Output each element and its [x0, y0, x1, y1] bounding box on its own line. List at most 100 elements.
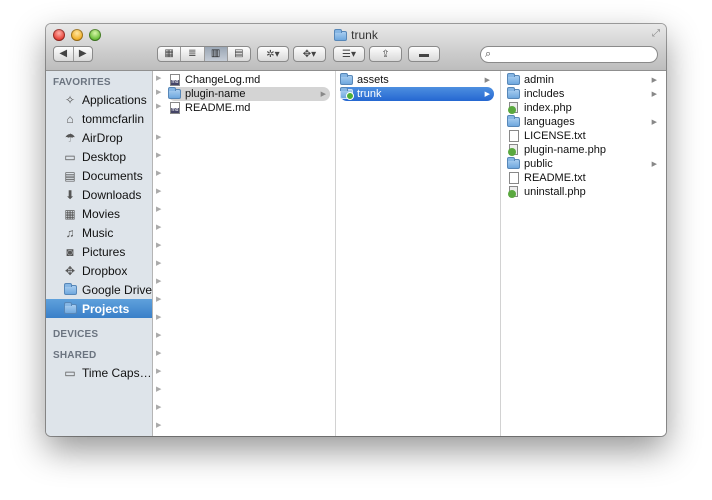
sidebar: FAVORITES ✧ Applications ⌂ tommcfarlin ☂…	[46, 71, 153, 436]
sidebar-item-desktop[interactable]: ▭ Desktop	[46, 147, 152, 166]
folder-icon	[340, 73, 353, 87]
disclosure-arrow-icon: ▶	[651, 91, 657, 98]
desktop-icon: ▭	[64, 149, 76, 164]
sidebar-item-label: Applications	[82, 92, 147, 107]
favorites-header: FAVORITES	[53, 77, 111, 88]
file-name: plugin-name	[185, 88, 246, 100]
sidebar-item-label: Pictures	[82, 244, 126, 259]
php-file-icon	[507, 102, 520, 115]
sidebar-item-music[interactable]: ♫ Music	[46, 223, 152, 242]
file-name: includes	[524, 88, 565, 100]
list-item-assets[interactable]: assets ▶	[340, 73, 494, 87]
fullscreen-icon[interactable]: ⤢	[652, 28, 660, 39]
disclosure-arrow-icon: ▶	[484, 91, 490, 98]
sidebar-item-label: Downloads	[82, 187, 142, 202]
dropbox-menu-button[interactable]: ✥▾	[293, 46, 326, 62]
list-item-readme-txt[interactable]: README.txt	[507, 171, 661, 185]
view-mode-control: ▦ ≣ ▥ ▤	[157, 46, 251, 62]
folder-icon	[507, 157, 520, 171]
documents-icon: ▤	[64, 168, 76, 183]
column-3[interactable]: admin ▶ includes ▶ index.php languages ▶…	[501, 71, 666, 436]
list-item-changelog[interactable]: ChangeLog.md	[168, 73, 330, 87]
sidebar-item-documents[interactable]: ▤ Documents	[46, 166, 152, 185]
folder-icon	[340, 87, 354, 101]
column-2[interactable]: assets ▶ trunk ▶	[336, 71, 501, 436]
forward-button[interactable]: ▶	[72, 47, 93, 61]
list-item-license[interactable]: LICENSE.txt	[507, 129, 661, 143]
php-file-icon	[507, 186, 520, 199]
dropbox-icon: ✥	[64, 263, 76, 278]
share-icon: ⇪	[381, 48, 390, 60]
list-item-readme-md[interactable]: README.md	[168, 101, 330, 115]
music-icon: ♫	[65, 225, 75, 240]
list-item-trunk[interactable]: trunk ▶	[340, 87, 494, 101]
file-name: uninstall.php	[524, 186, 586, 198]
sidebar-item-dropbox[interactable]: ✥ Dropbox	[46, 261, 152, 280]
file-name: trunk	[357, 88, 382, 100]
airdrop-icon: ☂	[64, 130, 76, 145]
sidebar-item-projects[interactable]: Projects	[46, 299, 152, 318]
file-name: index.php	[524, 102, 572, 114]
list-item-languages[interactable]: languages ▶	[507, 115, 661, 129]
shared-header: SHARED	[53, 350, 97, 361]
arrange-icon: ☰▾	[342, 48, 356, 60]
sidebar-item-label: Desktop	[82, 149, 127, 164]
sidebar-item-label: Music	[82, 225, 114, 240]
back-forward-control: ◀ ▶	[53, 46, 93, 62]
list-item-plugin-name-php[interactable]: plugin-name.php	[507, 143, 661, 157]
home-icon: ⌂	[66, 111, 74, 126]
devices-header: DEVICES	[53, 329, 99, 340]
list-item-index-php[interactable]: index.php	[507, 101, 661, 115]
list-item-admin[interactable]: admin ▶	[507, 73, 661, 87]
gear-icon: ✲▾	[266, 48, 280, 60]
share-button[interactable]: ⇪	[369, 46, 402, 62]
search-field[interactable]: ⌕	[480, 46, 658, 63]
file-name: README.txt	[524, 172, 586, 184]
back-button[interactable]: ◀	[54, 47, 73, 61]
dropbox-icon: ✥▾	[302, 48, 317, 60]
folder-icon	[62, 301, 78, 317]
markdown-file-icon	[168, 102, 181, 115]
disclosure-arrow-icon: ▶	[651, 119, 657, 126]
finder-window: trunk ⤢ ◀ ▶ ▦ ≣ ▥ ▤ ✲▾ ✥▾ ☰▾ ⇪ ▬ ⌕ FAVOR…	[46, 24, 666, 436]
downloads-icon: ⬇	[64, 187, 76, 202]
tags-button[interactable]: ▬	[408, 46, 440, 62]
file-name: admin	[524, 74, 554, 86]
folder-icon	[168, 87, 181, 101]
icon-view-icon[interactable]: ▦	[158, 47, 180, 61]
sidebar-item-label: tommcfarlin	[82, 111, 145, 126]
sidebar-item-label: Google Drive	[82, 282, 152, 297]
sidebar-item-downloads[interactable]: ⬇ Downloads	[46, 185, 152, 204]
pictures-icon: ◙	[66, 244, 74, 259]
file-name: languages	[524, 116, 575, 128]
file-name: ChangeLog.md	[185, 74, 261, 86]
column-view-icon[interactable]: ▥	[203, 47, 227, 61]
sidebar-item-label: Projects	[82, 301, 130, 316]
list-item-plugin-name[interactable]: plugin-name ▶	[168, 87, 330, 101]
folder-icon	[62, 282, 78, 298]
list-item-public[interactable]: public ▶	[507, 157, 661, 171]
action-gear-button[interactable]: ✲▾	[257, 46, 289, 62]
list-item-includes[interactable]: includes ▶	[507, 87, 661, 101]
sidebar-item-pictures[interactable]: ◙ Pictures	[46, 242, 152, 261]
text-file-icon	[507, 172, 520, 185]
titlebar: trunk ⤢ ◀ ▶ ▦ ≣ ▥ ▤ ✲▾ ✥▾ ☰▾ ⇪ ▬ ⌕	[46, 24, 666, 71]
sidebar-item-home[interactable]: ⌂ tommcfarlin	[46, 109, 152, 128]
arrange-button[interactable]: ☰▾	[333, 46, 365, 62]
sidebar-item-google-drive[interactable]: Google Drive	[46, 280, 152, 299]
coverflow-view-icon[interactable]: ▤	[226, 47, 250, 61]
file-name: README.md	[185, 102, 251, 114]
list-item-uninstall-php[interactable]: uninstall.php	[507, 185, 661, 199]
sidebar-item-applications[interactable]: ✧ Applications	[46, 90, 152, 109]
folder-icon	[507, 115, 520, 129]
sidebar-item-airdrop[interactable]: ☂ AirDrop	[46, 128, 152, 147]
sidebar-item-label: Movies	[82, 206, 121, 221]
window-title-text: trunk	[351, 28, 378, 42]
sidebar-item-time-capsule[interactable]: ▭ Time Caps…	[46, 363, 152, 382]
sidebar-item-movies[interactable]: ▦ Movies	[46, 204, 152, 223]
markdown-file-icon	[168, 74, 181, 87]
disclosure-gutter: ▶ ▶ ▶ ▶ ▶ ▶ ▶ ▶ ▶ ▶ ▶ ▶ ▶ ▶ ▶ ▶ ▶ ▶ ▶ ▶	[156, 75, 162, 429]
list-view-icon[interactable]: ≣	[180, 47, 203, 61]
column-1[interactable]: ▶▶▶ ▶▶▶ ▶▶▶ ▶▶▶ ▶▶▶ ▶▶▶ ▶▶ ChangeLog.md …	[153, 71, 336, 436]
folder-icon	[334, 29, 348, 41]
